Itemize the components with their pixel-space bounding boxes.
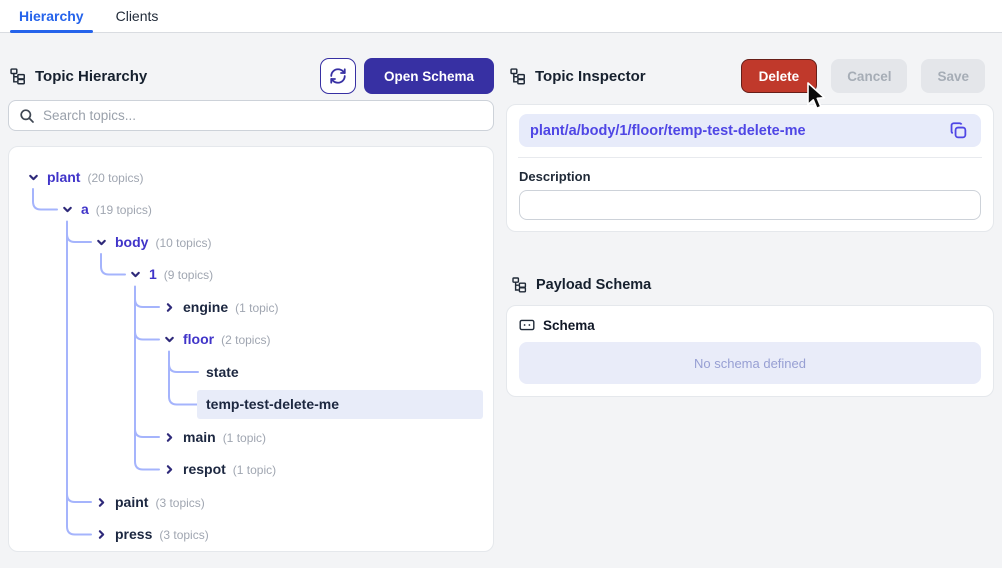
tree-node-label: press (3 topics) (115, 526, 209, 543)
tab-hierarchy[interactable]: Hierarchy (10, 0, 93, 33)
left-panel-title: Topic Hierarchy (35, 67, 148, 85)
chevron-right-icon[interactable] (163, 463, 176, 476)
chevron-down-icon[interactable] (95, 236, 108, 249)
tree-node-label: state (206, 363, 239, 380)
chevron-right-icon[interactable] (163, 301, 176, 314)
schema-icon (519, 317, 535, 333)
topic-count: (20 topics) (87, 170, 144, 185)
topic-path-chip: plant/a/body/1/floor/temp-test-delete-me (519, 114, 981, 147)
refresh-button[interactable] (319, 58, 356, 94)
chevron-down-icon[interactable] (61, 203, 74, 216)
right-panel-title: Topic Inspector (535, 67, 646, 85)
divider (518, 157, 982, 158)
tree-node-plant[interactable]: plant (20 topics) (9, 161, 493, 194)
topic-tree: plant (20 topics) a (19 topics) body (10 topi… (8, 146, 494, 552)
hierarchy-icon (512, 277, 528, 293)
copy-icon (949, 121, 968, 140)
topic-count: (9 topics) (163, 268, 214, 283)
topic-inspector-header: Topic Inspector Delete Cancel Save (510, 58, 994, 94)
tree-node-a[interactable]: a (19 topics) (9, 193, 493, 226)
tree-node-label: a (19 topics) (81, 201, 152, 218)
tree-node-respot[interactable]: respot (1 topic) (9, 453, 493, 486)
tree-node-1[interactable]: 1 (9 topics) (9, 258, 493, 291)
tree-node-label: main (1 topic) (183, 428, 267, 445)
chevron-down-icon[interactable] (163, 333, 176, 346)
copy-path-button[interactable] (947, 119, 970, 142)
tree-node-label: 1 (9 topics) (149, 266, 214, 283)
topic-count: (1 topic) (222, 430, 267, 445)
tree-node-engine[interactable]: engine (1 topic) (9, 291, 493, 324)
payload-schema-header: Payload Schema (512, 277, 651, 293)
open-schema-button[interactable]: Open Schema (363, 58, 494, 94)
topic-count: (3 topics) (159, 528, 209, 543)
tree-node-label: floor (2 topics) (183, 331, 271, 348)
tree-node-temp-test-delete-me[interactable]: temp-test-delete-me (9, 388, 493, 421)
tree-node-main[interactable]: main (1 topic) (9, 421, 493, 454)
tree-node-label: respot (1 topic) (183, 461, 277, 478)
topic-count: (1 topic) (232, 463, 277, 478)
topic-path: plant/a/body/1/floor/temp-test-delete-me (530, 122, 806, 139)
topic-count: (3 topics) (155, 495, 205, 510)
tree-node-label: temp-test-delete-me (206, 396, 340, 413)
tree-node-label: plant (20 topics) (47, 168, 144, 185)
cancel-button[interactable]: Cancel (831, 59, 908, 93)
description-label: Description (519, 169, 591, 184)
search-input[interactable] (43, 108, 483, 123)
chevron-right-icon[interactable] (163, 431, 176, 444)
chevron-right-icon[interactable] (95, 496, 108, 509)
topic-count: (1 topic) (235, 300, 279, 315)
hierarchy-icon (10, 67, 27, 85)
tree-node-label: engine (1 topic) (183, 298, 279, 315)
refresh-icon (329, 67, 347, 85)
tree-node-label: body (10 topics) (115, 233, 212, 250)
schema-label: Schema (543, 317, 595, 333)
payload-schema-title: Payload Schema (536, 277, 652, 293)
topic-count: (19 topics) (95, 203, 152, 218)
delete-button[interactable]: Delete (740, 59, 818, 93)
topic-inspector-card: plant/a/body/1/floor/temp-test-delete-me… (506, 104, 994, 232)
description-input[interactable] (519, 190, 981, 220)
tab-clients[interactable]: Clients (107, 0, 168, 32)
tab-bar: Hierarchy Clients (0, 0, 1002, 33)
search-icon (19, 108, 35, 124)
chevron-right-icon[interactable] (95, 528, 108, 541)
main-area: Topic Hierarchy Open Schema Topic Inspec… (0, 33, 1002, 568)
tree-node-body[interactable]: body (10 topics) (9, 226, 493, 259)
tree-node-label: paint (3 topics) (115, 493, 205, 510)
chevron-down-icon[interactable] (27, 171, 40, 184)
tree-node-press[interactable]: press (3 topics) (9, 518, 493, 551)
chevron-down-icon[interactable] (129, 268, 142, 281)
topic-search (8, 100, 494, 131)
tree-node-state[interactable]: state (9, 356, 493, 389)
hierarchy-icon (510, 67, 527, 85)
tree-node-floor[interactable]: floor (2 topics) (9, 323, 493, 356)
save-button[interactable]: Save (921, 59, 985, 93)
tree-node-paint[interactable]: paint (3 topics) (9, 486, 493, 519)
topic-count: (10 topics) (155, 235, 212, 250)
schema-card: Schema No schema defined (506, 305, 994, 397)
topic-hierarchy-header: Topic Hierarchy Open Schema (10, 58, 494, 94)
no-schema-message: No schema defined (519, 342, 981, 384)
topic-count: (2 topics) (221, 333, 271, 348)
